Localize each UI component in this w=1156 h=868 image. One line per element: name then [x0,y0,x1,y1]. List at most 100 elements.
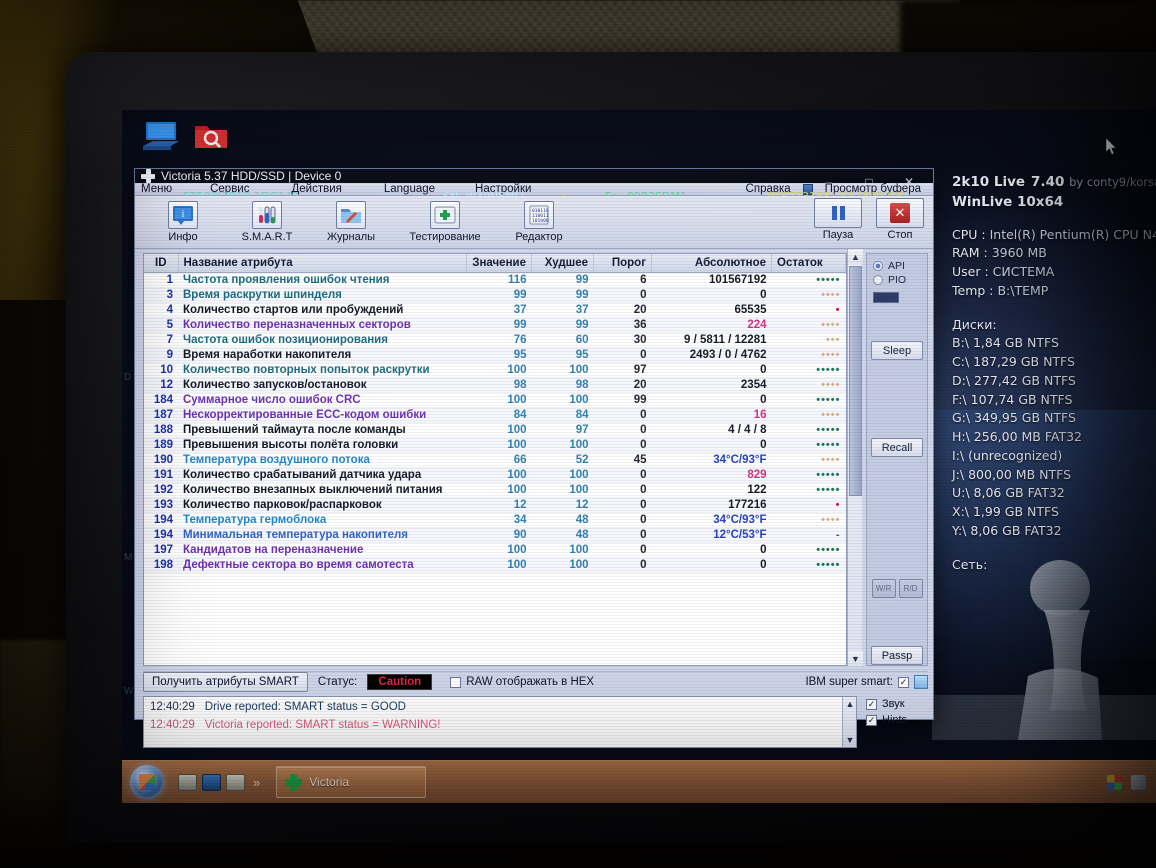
table-row[interactable]: 197 Кандидатов на переназначение 100 100 0 0 •… [144,542,846,558]
passp-button[interactable]: Passp [871,646,923,665]
winpe-desktop[interactable]: D M W 2k10 Live 7.40 by conty9/korsa WinL… [122,110,1156,803]
window-titlebar[interactable]: Victoria 5.37 HDD/SSD | Device 0 – □ ✕ [135,169,933,189]
smart-table-container[interactable]: ID Название атрибута Значение Худшее Пор… [143,253,847,666]
table-row[interactable]: 194 Минимальная температура накопителя 90 4… [144,527,846,543]
smart-footer-bar[interactable]: Получить атрибуты SMART Статус: Caution … [143,671,928,692]
table-row[interactable]: 193 Количество парковок/распарковок 12 12 0 1… [144,497,846,513]
photograph-of-laptop-screen: D M W 2k10 Live 7.40 by conty9/korsa WinL… [0,0,1156,868]
log-scroll-down[interactable]: ▼ [843,733,856,747]
quick-launch-overflow[interactable]: » [253,775,260,790]
table-row[interactable]: 194 Температура гермоблока 34 48 0 34°C/93°F •… [144,512,846,528]
table-row[interactable]: 191 Количество срабатываний датчика удара… [144,467,846,483]
recall-button[interactable]: Recall [871,438,923,457]
toolbar-button-testing[interactable]: Тестирование [393,196,497,248]
sound-option-row[interactable]: ✓ Звук [866,698,928,710]
desktop-icon-search-folder[interactable] [188,120,234,159]
info-icon: i [168,201,198,229]
wr-button[interactable]: W/R [871,579,896,598]
cell-worst: 60 [531,332,594,348]
th-id[interactable]: ID [144,254,179,273]
ibm-super-smart-row[interactable]: IBM super smart: ✓ [805,675,928,689]
cell-id: 191 [144,467,178,483]
toolbar-button-smart[interactable]: S.M.A.R.T [225,196,309,248]
table-scrollbar[interactable]: ▲ ▼ [847,249,863,666]
table-row[interactable]: 189 Превышения высоты полёта головки 100 10… [144,437,846,453]
toolbar[interactable]: i Инфо S.M.A.R.T Журналы Тестирование 01… [135,196,933,249]
table-row[interactable]: 5 Количество переназначенных секторов 99 99… [144,317,846,333]
system-tray[interactable] [1107,774,1156,790]
th-worst[interactable]: Худшее [531,254,594,273]
victoria-window[interactable]: Victoria 5.37 HDD/SSD | Device 0 – □ ✕ М… [134,168,934,748]
table-row[interactable]: 12 Количество запусков/остановок 98 98 20 235… [144,377,846,393]
th-value[interactable]: Значение [466,254,532,273]
raw-hex-checkbox[interactable] [450,676,462,688]
quick-launch-bar[interactable]: » [178,773,260,791]
get-smart-attributes-button[interactable]: Получить атрибуты SMART [143,672,308,692]
table-row[interactable]: 3 Время раскрутки шпинделя 99 99 0 0 •••• [144,287,846,303]
th-name[interactable]: Название атрибута [178,254,468,273]
network-icon[interactable] [202,773,221,791]
cell-remain: •••• [771,452,846,468]
table-row[interactable]: 198 Дефектные сектора во время самотеста 1… [144,557,846,573]
raw-hex-label: RAW отображать в HEX [466,676,595,688]
side-control-panel[interactable]: API PIO Sleep Recall W/R R/D Passp [866,253,928,666]
menu-item-menu[interactable]: Меню [135,183,178,195]
cell-remain: ••••• [771,362,846,378]
color-tray-icon[interactable] [1107,774,1122,790]
rd-button[interactable]: R/D [898,579,923,598]
pause-button[interactable]: Пауза [811,198,865,241]
ibm-super-smart-checkbox[interactable]: ✓ [898,676,909,688]
scroll-up-arrow[interactable]: ▲ [848,249,863,264]
hints-option-row[interactable]: ✓ Hints [866,714,928,726]
toolbar-button-editor[interactable]: 010110 110011 101000 Редактор [497,196,581,248]
log-message: Drive reported: SMART status = GOOD [204,701,406,713]
start-orb-icon[interactable] [130,765,164,799]
cell-id: 194 [144,527,178,543]
log-panel[interactable]: 12:40:29 Drive reported: SMART status = G… [143,696,857,748]
device-tray-icon[interactable] [1131,774,1146,790]
raw-hex-checkbox-row[interactable]: RAW отображать в HEX [450,676,594,688]
table-row[interactable]: 187 Нескорректированные ECC-кодом ошибки 8… [144,407,846,423]
table-row[interactable]: 10 Количество повторных попыток раскрутки… [144,362,846,378]
th-remain[interactable]: Остаток [771,254,846,273]
table-row[interactable]: 7 Частота ошибок позиционирования 76 60 30 9 … [144,332,846,348]
table-row[interactable]: 188 Превышений таймаута после команды 100 9… [144,422,846,438]
save-icon[interactable] [226,773,245,791]
toolbar-button-logs[interactable]: Журналы [309,196,393,248]
taskbar[interactable]: » Victoria [122,760,1156,803]
menu-item-language[interactable]: Language [378,183,441,195]
table-row[interactable]: 184 Суммарное число ошибок CRC 100 100 99 0 ••… [144,392,846,408]
radio-pio-icon[interactable] [873,275,883,285]
log-scroll-up[interactable]: ▲ [843,697,856,711]
table-row[interactable]: 4 Количество стартов или пробуждений 37 37 2… [144,302,846,318]
smart-attributes-table: ID Название атрибута Значение Худшее Пор… [144,254,846,573]
radio-api-row[interactable]: API [867,260,927,272]
run-controls[interactable]: Пауза ✕ Стоп [811,198,927,241]
table-row[interactable]: 192 Количество внезапных выключений питан… [144,482,846,498]
th-abs[interactable]: Абсолютное [651,254,772,273]
table-row[interactable]: 9 Время наработки накопителя 95 95 0 2493 / 0… [144,347,846,363]
cell-value: 99 [466,317,532,333]
toolbar-button-info[interactable]: i Инфо [141,196,225,248]
color-indicator[interactable] [914,675,928,689]
log-options[interactable]: ✓ Звук ✓ Hints [866,696,928,748]
radio-pio-row[interactable]: PIO [867,274,927,286]
show-desktop-icon[interactable] [178,773,197,791]
taskbar-button-victoria[interactable]: Victoria [276,766,427,798]
table-row[interactable]: 1 Частота проявления ошибок чтения 116 99 6 1… [144,272,846,288]
cell-value: 100 [466,557,532,573]
cell-worst: 48 [531,527,594,543]
sleep-button[interactable]: Sleep [871,341,923,360]
table-row[interactable]: 190 Температура воздушного потока 66 52 45 34… [144,452,846,468]
scroll-down-arrow[interactable]: ▼ [848,651,863,666]
radio-api-icon[interactable] [873,261,883,271]
stop-button[interactable]: ✕ Стоп [873,198,927,241]
scroll-thumb[interactable] [849,266,862,496]
sound-checkbox[interactable]: ✓ [866,698,877,710]
wr-rd-button-pair[interactable]: W/R R/D [871,579,923,598]
log-scrollbar[interactable]: ▲ ▼ [842,697,856,747]
th-thresh[interactable]: Порог [593,254,652,273]
desktop-icon-computer[interactable] [138,120,184,159]
device-index-field[interactable] [873,292,899,303]
hints-checkbox[interactable]: ✓ [866,714,877,726]
